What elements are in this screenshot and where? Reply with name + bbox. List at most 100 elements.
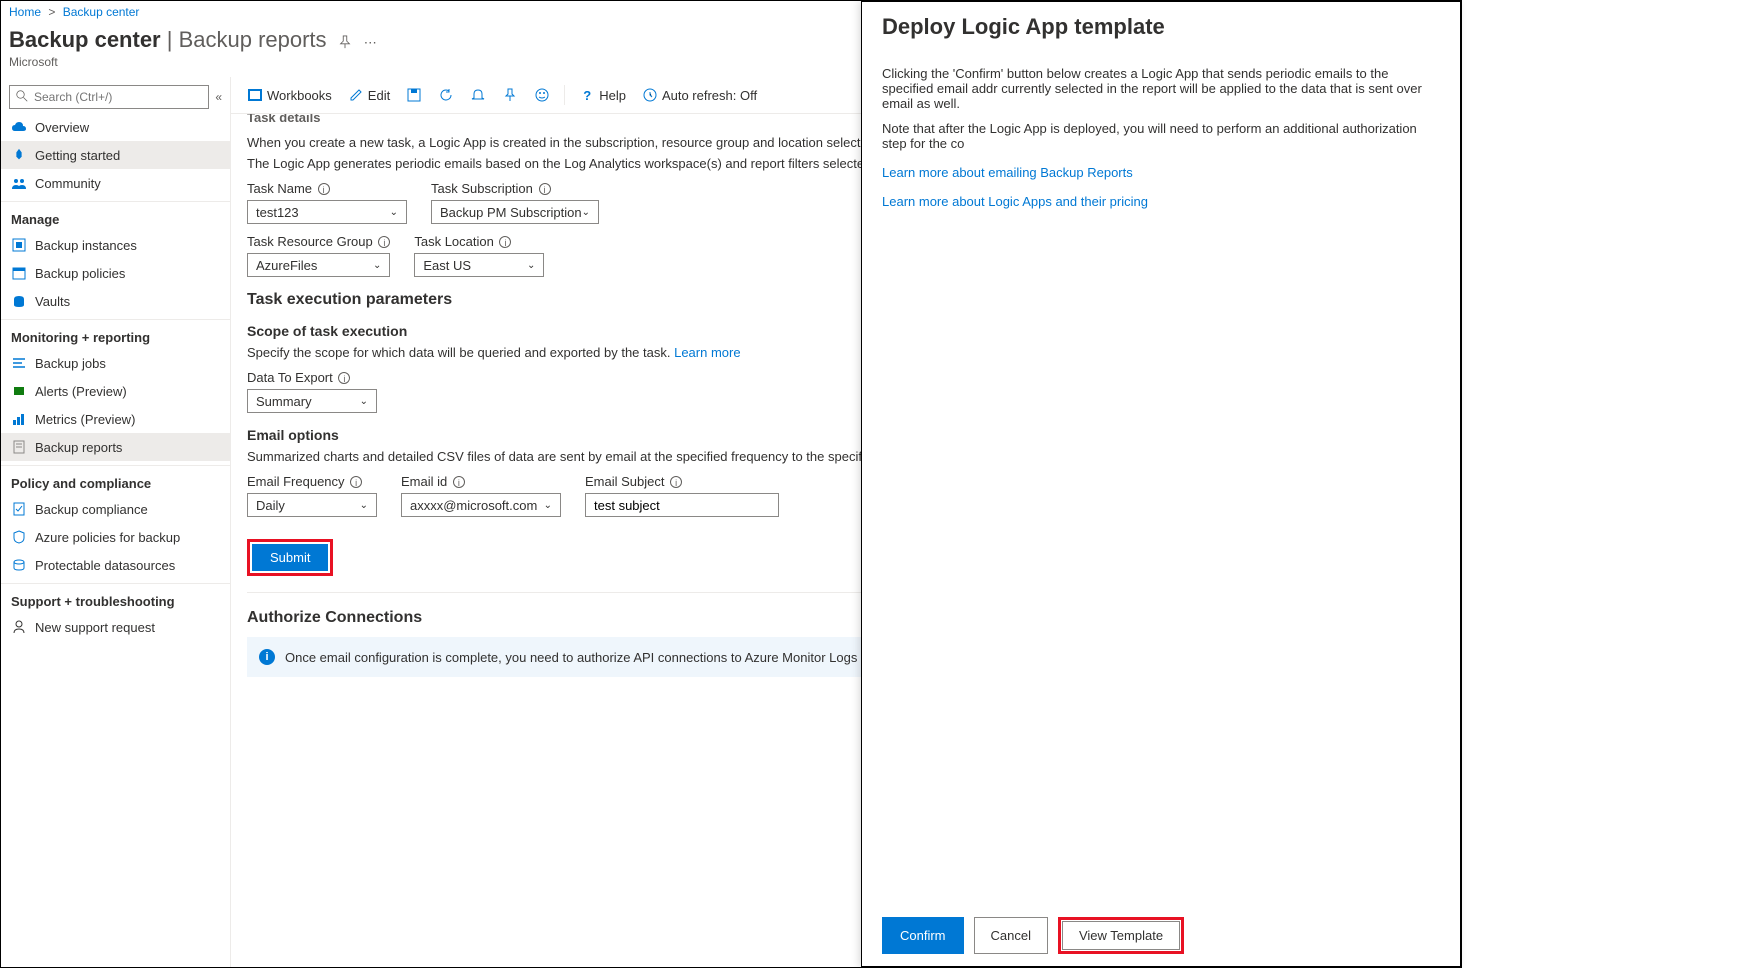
- edit-icon: [348, 87, 364, 103]
- chevron-down-icon: ⌄: [390, 207, 398, 218]
- task-subscription-label: Task Subscription i: [431, 181, 599, 196]
- email-freq-label: Email Frequency i: [247, 474, 377, 489]
- info-icon[interactable]: i: [670, 476, 682, 488]
- notify-button[interactable]: [464, 83, 492, 107]
- panel-link-logic-apps-pricing[interactable]: Learn more about Logic Apps and their pr…: [882, 194, 1440, 209]
- info-icon[interactable]: i: [350, 476, 362, 488]
- confirm-button[interactable]: Confirm: [882, 917, 964, 954]
- sidebar-item-label: New support request: [35, 620, 155, 635]
- data-export-select[interactable]: Summary⌄: [247, 389, 377, 413]
- sidebar-item-vaults[interactable]: Vaults: [1, 287, 230, 315]
- more-icon[interactable]: ⋯: [364, 35, 377, 51]
- sidebar-item-backup-reports[interactable]: Backup reports: [1, 433, 230, 461]
- sidebar-item-backup-instances[interactable]: Backup instances: [1, 231, 230, 259]
- sidebar-item-metrics[interactable]: Metrics (Preview): [1, 405, 230, 433]
- info-icon[interactable]: i: [499, 236, 511, 248]
- metrics-icon: [11, 411, 27, 427]
- workbooks-button[interactable]: Workbooks: [241, 83, 338, 107]
- pin-icon: [502, 87, 518, 103]
- sidebar-item-getting-started[interactable]: Getting started: [1, 141, 230, 169]
- page-title: Backup center | Backup reports: [9, 27, 327, 53]
- sidebar-collapse-icon[interactable]: «: [215, 90, 222, 104]
- view-template-button[interactable]: View Template: [1062, 921, 1180, 950]
- refresh-icon: [438, 87, 454, 103]
- panel-text-2: Note that after the Logic App is deploye…: [882, 121, 1440, 151]
- sidebar: « Overview Getting started Community Man…: [1, 77, 231, 967]
- sidebar-item-support-request[interactable]: New support request: [1, 613, 230, 641]
- sidebar-item-community[interactable]: Community: [1, 169, 230, 197]
- sidebar-item-alerts[interactable]: Alerts (Preview): [1, 377, 230, 405]
- sidebar-section-policy: Policy and compliance: [1, 465, 230, 495]
- people-icon: [11, 175, 27, 191]
- auto-refresh-button[interactable]: Auto refresh: Off: [636, 83, 763, 107]
- task-rg-label: Task Resource Group i: [247, 234, 390, 249]
- sidebar-item-label: Alerts (Preview): [35, 384, 127, 399]
- instance-icon: [11, 237, 27, 253]
- cancel-button[interactable]: Cancel: [974, 917, 1048, 954]
- datasource-icon: [11, 557, 27, 573]
- refresh-button[interactable]: [432, 83, 460, 107]
- email-id-label: Email id i: [401, 474, 561, 489]
- sidebar-item-backup-policies[interactable]: Backup policies: [1, 259, 230, 287]
- search-input[interactable]: [34, 90, 202, 104]
- panel-link-backup-reports[interactable]: Learn more about emailing Backup Reports: [882, 165, 1440, 180]
- task-name-label: Task Name i: [247, 181, 407, 196]
- info-icon[interactable]: i: [378, 236, 390, 248]
- sidebar-item-label: Overview: [35, 120, 89, 135]
- info-icon[interactable]: i: [453, 476, 465, 488]
- sidebar-item-backup-compliance[interactable]: Backup compliance: [1, 495, 230, 523]
- search-input-wrapper[interactable]: [9, 85, 209, 109]
- task-location-select[interactable]: East US⌄: [414, 253, 544, 277]
- pin-icon[interactable]: [338, 35, 352, 52]
- task-rg-select[interactable]: AzureFiles⌄: [247, 253, 390, 277]
- save-button[interactable]: [400, 83, 428, 107]
- help-button[interactable]: ? Help: [573, 83, 632, 107]
- info-icon[interactable]: i: [318, 183, 330, 195]
- compliance-icon: [11, 501, 27, 517]
- sidebar-section-manage: Manage: [1, 201, 230, 231]
- submit-highlight: Submit: [247, 539, 333, 576]
- help-icon: ?: [579, 87, 595, 103]
- clock-icon: [642, 87, 658, 103]
- email-id-select[interactable]: axxxx@microsoft.com⌄: [401, 493, 561, 517]
- breadcrumb-home[interactable]: Home: [9, 5, 41, 19]
- sidebar-item-azure-policies[interactable]: Azure policies for backup: [1, 523, 230, 551]
- chevron-down-icon: ⌄: [373, 260, 381, 271]
- workbooks-icon: [247, 87, 263, 103]
- sidebar-item-protectable[interactable]: Protectable datasources: [1, 551, 230, 579]
- vault-icon: [11, 293, 27, 309]
- email-freq-select[interactable]: Daily⌄: [247, 493, 377, 517]
- submit-button[interactable]: Submit: [252, 544, 328, 571]
- sidebar-item-label: Azure policies for backup: [35, 530, 180, 545]
- info-banner-text: Once email configuration is complete, yo…: [285, 650, 920, 665]
- sidebar-item-backup-jobs[interactable]: Backup jobs: [1, 349, 230, 377]
- chevron-down-icon: ⌄: [527, 260, 535, 271]
- sidebar-item-label: Backup jobs: [35, 356, 106, 371]
- support-icon: [11, 619, 27, 635]
- jobs-icon: [11, 355, 27, 371]
- chevron-down-icon: ⌄: [360, 396, 368, 407]
- learn-more-link[interactable]: Learn more: [674, 345, 740, 360]
- info-icon: i: [259, 649, 275, 665]
- task-name-select[interactable]: test123⌄: [247, 200, 407, 224]
- sidebar-section-support: Support + troubleshooting: [1, 583, 230, 613]
- task-subscription-select[interactable]: Backup PM Subscription⌄: [431, 200, 599, 224]
- feedback-button[interactable]: [528, 83, 556, 107]
- info-icon[interactable]: i: [338, 372, 350, 384]
- sidebar-item-label: Metrics (Preview): [35, 412, 135, 427]
- info-icon[interactable]: i: [539, 183, 551, 195]
- edit-button[interactable]: Edit: [342, 83, 396, 107]
- deploy-panel: Deploy Logic App template Clicking the '…: [861, 1, 1461, 967]
- breadcrumb-sep: >: [48, 5, 55, 19]
- alert-icon: [11, 383, 27, 399]
- sidebar-item-label: Backup instances: [35, 238, 137, 253]
- sidebar-item-overview[interactable]: Overview: [1, 113, 230, 141]
- view-template-highlight: View Template: [1058, 917, 1184, 954]
- pin-toolbar-button[interactable]: [496, 83, 524, 107]
- sidebar-section-monitoring: Monitoring + reporting: [1, 319, 230, 349]
- policy-icon: [11, 529, 27, 545]
- email-subject-input[interactable]: [585, 493, 779, 517]
- notify-icon: [470, 87, 486, 103]
- breadcrumb-backup-center[interactable]: Backup center: [63, 5, 140, 19]
- email-subject-label: Email Subject i: [585, 474, 779, 489]
